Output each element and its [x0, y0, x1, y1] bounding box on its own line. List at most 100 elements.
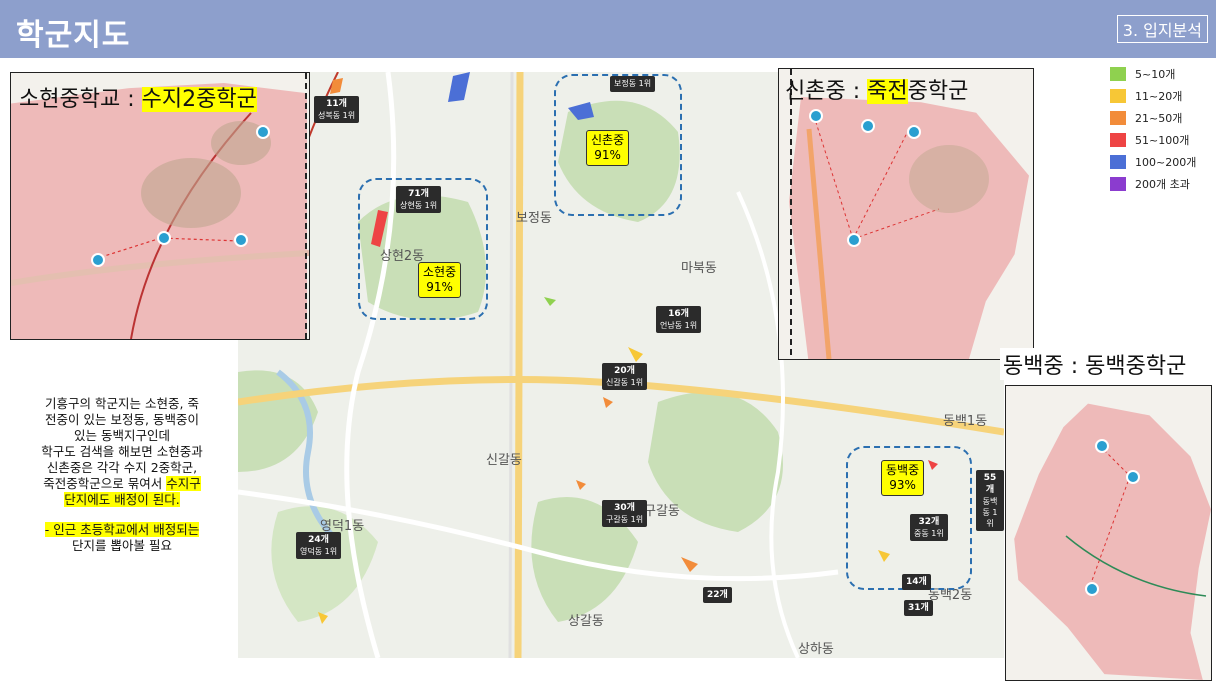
- school-pin-icon: [1085, 582, 1099, 596]
- inset-sohyeon[interactable]: 소현중학교 : 수지2중학군: [10, 72, 310, 340]
- school-label-sohyeon: 소현중 91%: [418, 262, 462, 298]
- inset-sinchon[interactable]: 신촌중 : 죽전중학군: [778, 68, 1034, 360]
- legend-item: 200개 초과: [1110, 176, 1190, 192]
- legend-item: 51~100개: [1110, 132, 1189, 148]
- count-tag[interactable]: 30개구갈동 1위: [602, 500, 648, 527]
- legend-label: 100~200개: [1135, 156, 1197, 169]
- area-label: 신갈동: [486, 453, 522, 468]
- legend-item: 21~50개: [1110, 110, 1182, 126]
- count-tag[interactable]: 24개영덕동 1위: [296, 532, 342, 559]
- area-label: 동백1동: [943, 414, 988, 429]
- inset-title-text: 중학군: [907, 79, 969, 104]
- tag-count: 71개: [408, 189, 429, 199]
- tag-count: 24개: [308, 535, 329, 545]
- tag-area: 상현동 1위: [400, 201, 438, 210]
- note-line: - 인근 초등학교에서 배정되는: [12, 522, 232, 538]
- note-highlight: 단지에도 배정이 된다.: [64, 492, 180, 507]
- legend-swatch: [1110, 133, 1126, 147]
- school-pct: 93%: [889, 478, 916, 492]
- tag-area: 동백동 1위: [982, 497, 998, 528]
- note-line: 죽전중학군으로 묶여서 수지구: [12, 476, 232, 492]
- inset-title-highlight: 수지2중학군: [141, 87, 257, 112]
- tag-count: 55개: [983, 473, 997, 495]
- legend-label: 200개 초과: [1135, 178, 1190, 191]
- legend-swatch: [1110, 67, 1126, 81]
- tag-area: 구갈동 1위: [606, 515, 644, 524]
- tag-area: 보정동 1위: [614, 79, 652, 88]
- note-line: 신촌중은 각각 수지 2중학군,: [46, 460, 198, 475]
- school-pin-icon: [907, 125, 921, 139]
- count-tag[interactable]: 32개중동 1위: [910, 514, 948, 541]
- school-label-sinchon: 신촌중 91%: [586, 130, 630, 166]
- area-label: 상갈동: [568, 614, 604, 629]
- tag-count: 14개: [906, 577, 927, 587]
- tag-area: 성복동 1위: [318, 111, 356, 120]
- tag-area: 신갈동 1위: [606, 378, 644, 387]
- legend-item: 100~200개: [1110, 154, 1196, 170]
- tag-area: 중동 1위: [914, 529, 944, 538]
- count-tag[interactable]: 55개동백동 1위: [976, 470, 1004, 531]
- school-pin-icon: [861, 119, 875, 133]
- area-label: 보정동: [516, 211, 552, 226]
- tag-count: 30개: [614, 503, 635, 513]
- inset-map-lines: [1065, 445, 1207, 597]
- area-label: 마북동: [681, 261, 717, 276]
- inset-title-highlight: 죽전: [867, 79, 908, 104]
- count-tag[interactable]: 20개신갈동 1위: [602, 363, 648, 390]
- section-tag: 3. 입지분석: [1116, 15, 1208, 43]
- tag-count: 22개: [707, 590, 728, 600]
- tag-count: 16개: [668, 309, 689, 319]
- legend-item: 11~20개: [1110, 88, 1182, 104]
- note-line: 기흥구의 학군지는 소현중, 죽: [45, 396, 199, 411]
- note-line-text: 죽전중학군으로 묶여서: [43, 476, 163, 491]
- note-highlight: 수지구: [166, 476, 201, 491]
- school-pin-icon: [809, 109, 823, 123]
- analysis-note: 기흥구의 학군지는 소현중, 죽 전중이 있는 보정동, 동백중이 있는 동백지…: [12, 396, 232, 554]
- legend-swatch: [1110, 155, 1126, 169]
- school-pin-icon: [234, 233, 248, 247]
- inset-title-text: 소현중학교 :: [19, 87, 142, 112]
- legend-item: 5~10개: [1110, 66, 1175, 82]
- page-title: 학군지도: [16, 18, 131, 53]
- tag-area: 영덕동 1위: [300, 547, 338, 556]
- inset-title: 소현중학교 : 수지2중학군: [19, 81, 257, 113]
- inset-title: 신촌중 : 죽전중학군: [785, 73, 968, 105]
- legend-label: 5~10개: [1135, 68, 1176, 81]
- note-line: 있는 동백지구인데: [74, 428, 170, 443]
- note-highlight: - 인근 초등학교에서 배정되는: [44, 522, 200, 537]
- school-pin-icon: [157, 231, 171, 245]
- tag-count: 11개: [326, 99, 347, 109]
- school-pin-icon: [256, 125, 270, 139]
- legend-swatch: [1110, 111, 1126, 125]
- count-tag[interactable]: 11개성복동 1위: [314, 96, 360, 123]
- legend-label: 11~20개: [1135, 90, 1183, 103]
- school-name: 소현중: [423, 265, 457, 279]
- school-label-dongbaek: 동백중 93%: [881, 460, 925, 496]
- count-tag[interactable]: 14개: [902, 574, 931, 590]
- inset-title-dongbaek: 동백중 : 동백중학군: [1000, 348, 1190, 380]
- school-name: 동백중: [886, 463, 920, 477]
- school-pin-icon: [91, 253, 105, 267]
- count-tag[interactable]: 31개: [904, 600, 933, 616]
- legend-swatch: [1110, 89, 1126, 103]
- inset-title-text: 신촌중 :: [785, 79, 868, 104]
- tag-area: 언남동 1위: [660, 321, 698, 330]
- school-pct: 91%: [426, 280, 453, 294]
- tag-count: 31개: [908, 603, 929, 613]
- school-pin-icon: [1126, 470, 1140, 484]
- inset-dongbaek[interactable]: [1005, 385, 1212, 681]
- count-tag[interactable]: 71개상현동 1위: [396, 186, 442, 213]
- note-line: 전중이 있는 보정동, 동백중이: [45, 412, 199, 427]
- slide-header: 학군지도 3. 입지분석: [0, 0, 1216, 58]
- area-label: 구갈동: [644, 504, 680, 519]
- count-tag[interactable]: 보정동 1위: [610, 76, 656, 92]
- legend-swatch: [1110, 177, 1126, 191]
- tag-count: 20개: [614, 366, 635, 376]
- area-label: 상하동: [798, 642, 834, 657]
- tag-count: 32개: [918, 517, 940, 527]
- school-name: 신촌중: [591, 133, 625, 147]
- school-pin-icon: [847, 233, 861, 247]
- count-tag[interactable]: 22개: [703, 587, 732, 603]
- note-line: 단지에도 배정이 된다.: [12, 492, 232, 508]
- count-tag[interactable]: 16개언남동 1위: [656, 306, 702, 333]
